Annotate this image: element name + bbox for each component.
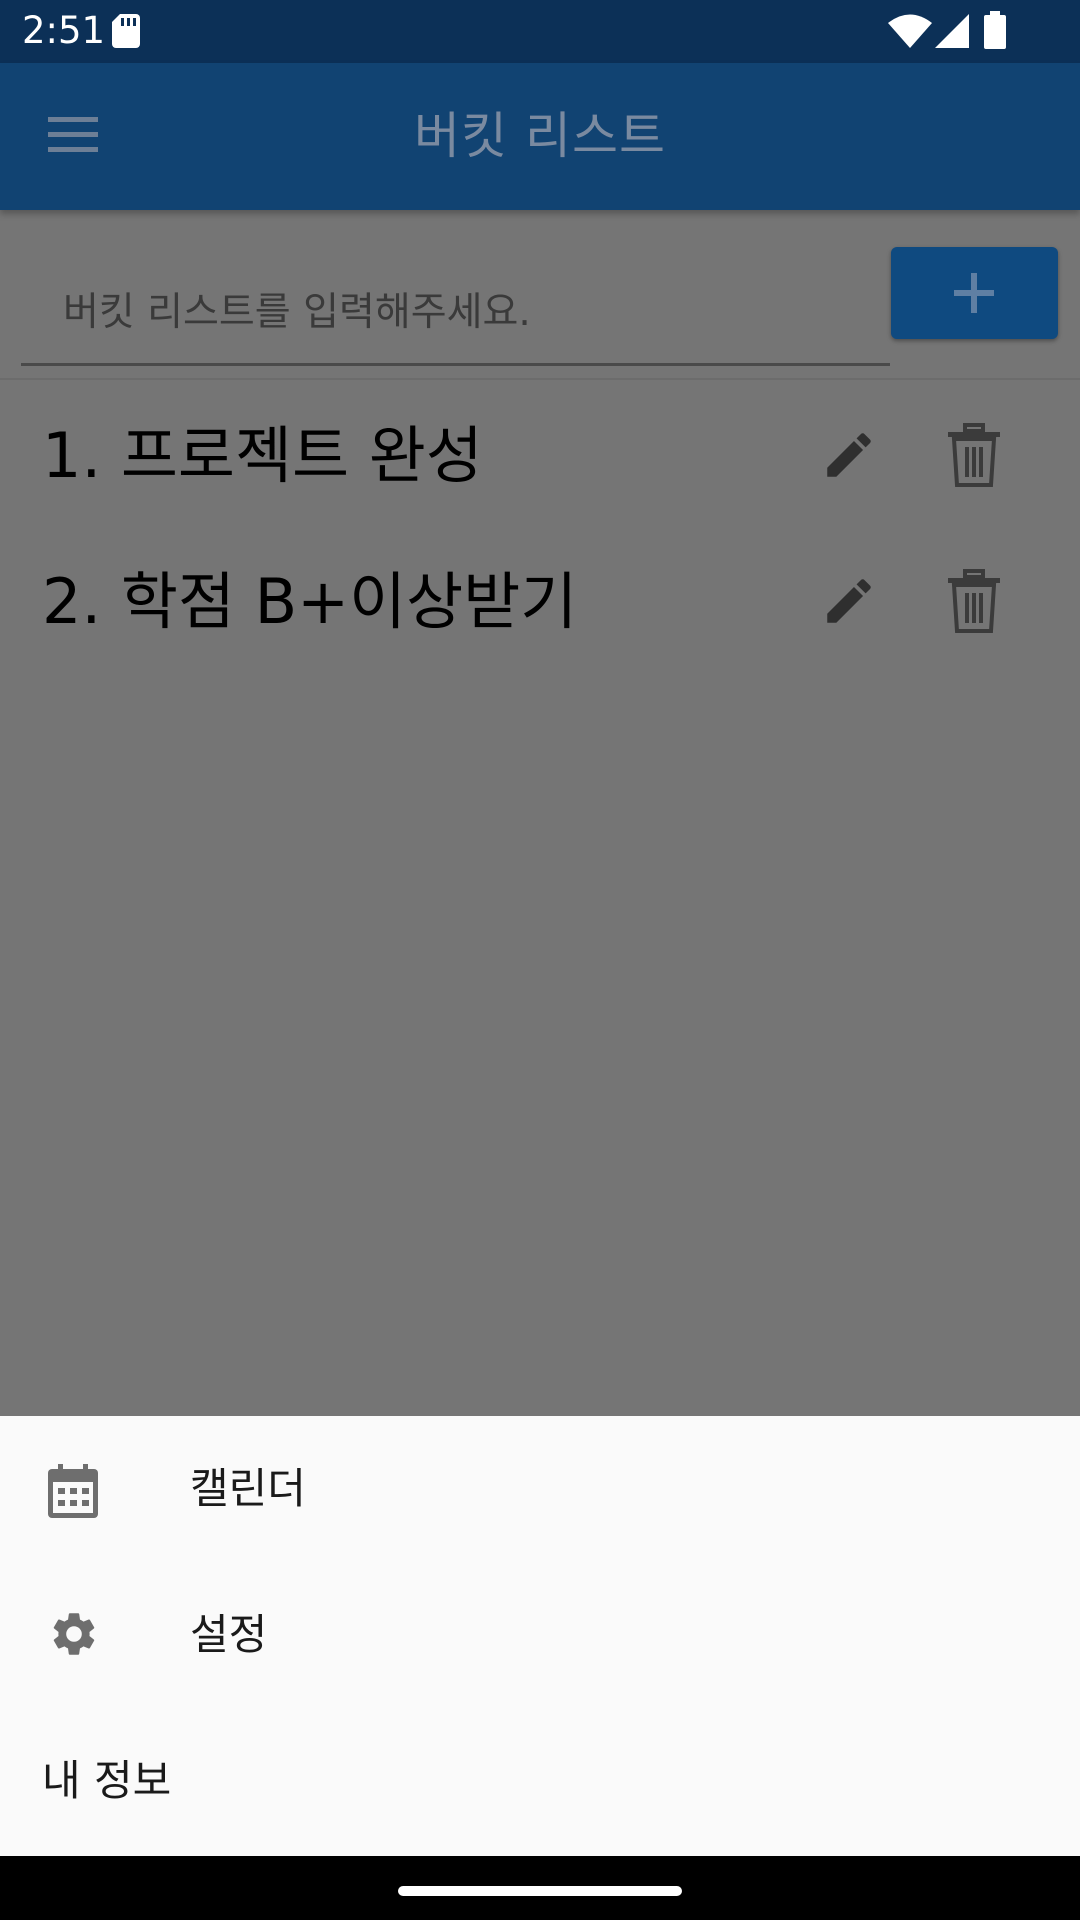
pencil-icon[interactable]: [820, 426, 878, 484]
status-bar: 2:51: [0, 0, 1080, 63]
gear-icon: [53, 1613, 95, 1655]
sheet-item-label: 내 정보: [42, 1756, 172, 1805]
sheet-item-label: 설정: [190, 1610, 268, 1659]
list-item-label: 2. 학점 B+이상받기: [42, 565, 578, 638]
sd-card-icon: [112, 14, 140, 48]
status-time: 2:51: [22, 9, 106, 52]
plus-icon: [954, 273, 994, 313]
sheet-item-settings[interactable]: 설정: [0, 1562, 1080, 1708]
app-bar: 버킷 리스트: [0, 63, 1080, 210]
wifi-icon: [888, 14, 932, 48]
add-button[interactable]: [891, 247, 1058, 339]
trash-icon[interactable]: [945, 569, 1003, 635]
trash-icon[interactable]: [945, 423, 1003, 489]
divider: [0, 378, 1080, 380]
battery-icon: [984, 11, 1006, 49]
list-item[interactable]: 1. 프로젝트 완성: [0, 383, 1080, 529]
pencil-icon[interactable]: [820, 572, 878, 630]
sheet-item-calendar[interactable]: 캘린더: [0, 1416, 1080, 1562]
list-item[interactable]: 2. 학점 B+이상받기: [0, 529, 1080, 675]
sheet-item-my-info[interactable]: 내 정보: [0, 1708, 1080, 1854]
home-handle[interactable]: [398, 1886, 682, 1896]
navigation-bar: [0, 1856, 1080, 1920]
app-title: 버킷 리스트: [414, 107, 666, 165]
sheet-item-label: 캘린더: [190, 1464, 306, 1513]
bucket-list-input[interactable]: [21, 262, 890, 366]
input-area: [0, 210, 1080, 380]
bottom-sheet: 캘린더 설정 내 정보: [0, 1416, 1080, 1856]
list-item-label: 1. 프로젝트 완성: [42, 419, 483, 492]
menu-icon[interactable]: [48, 115, 98, 155]
calendar-icon: [48, 1464, 98, 1518]
signal-icon: [935, 14, 969, 48]
